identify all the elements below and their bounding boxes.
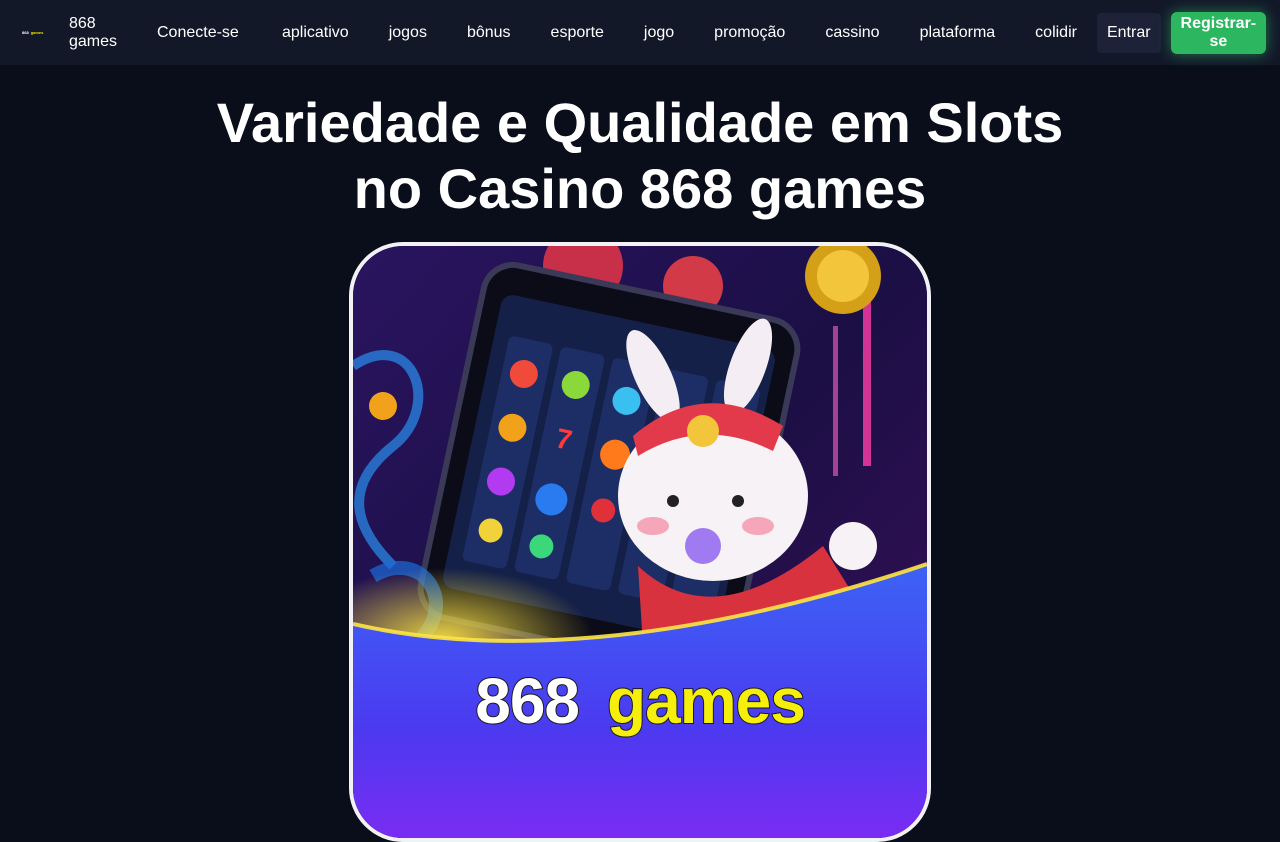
top-navbar: 868 games 868 games Conecte-se aplicativo… [0,0,1280,65]
nav-link-conecte-se[interactable]: Conecte-se [157,24,262,42]
register-button[interactable]: Registrar-se [1170,11,1267,54]
page-title-line-1: Variedade e Qualidade em Slots [216,91,1064,154]
hero-image-logo: 868 games [353,664,927,738]
nav-link-plataforma[interactable]: plataforma [900,24,1016,42]
slot-artwork: 7 [353,246,927,838]
hero-image-logo-number: 868 [474,664,581,738]
nav-link-bonus[interactable]: bônus [447,24,531,42]
nav-link-promocao[interactable]: promoção [694,24,805,42]
nav-link-cassino[interactable]: cassino [805,24,899,42]
nav-link-jogos[interactable]: jogos [369,24,447,42]
nav-link-esporte[interactable]: esporte [531,24,624,42]
brand-name: 868 games [69,14,118,50]
login-button[interactable]: Entrar [1096,12,1161,53]
hero-slot-banner-image: 7 868 games [349,242,931,842]
main-nav: Conecte-se aplicativo jogos bônus esport… [157,24,1097,42]
page-title: Variedade e Qualidade em Slots no Casino… [0,90,1280,222]
hero-image-logo-word: games [606,664,807,738]
nav-link-colidir[interactable]: colidir [1015,24,1097,42]
auth-actions: Entrar Registrar-se [1096,11,1267,54]
brand-link[interactable]: 868 games 868 games [22,15,139,51]
brand-logo-icon: 868 games [22,30,44,35]
nav-link-jogo[interactable]: jogo [624,24,694,42]
page-title-line-2: no Casino 868 games [353,157,927,220]
nav-link-aplicativo[interactable]: aplicativo [262,24,369,42]
